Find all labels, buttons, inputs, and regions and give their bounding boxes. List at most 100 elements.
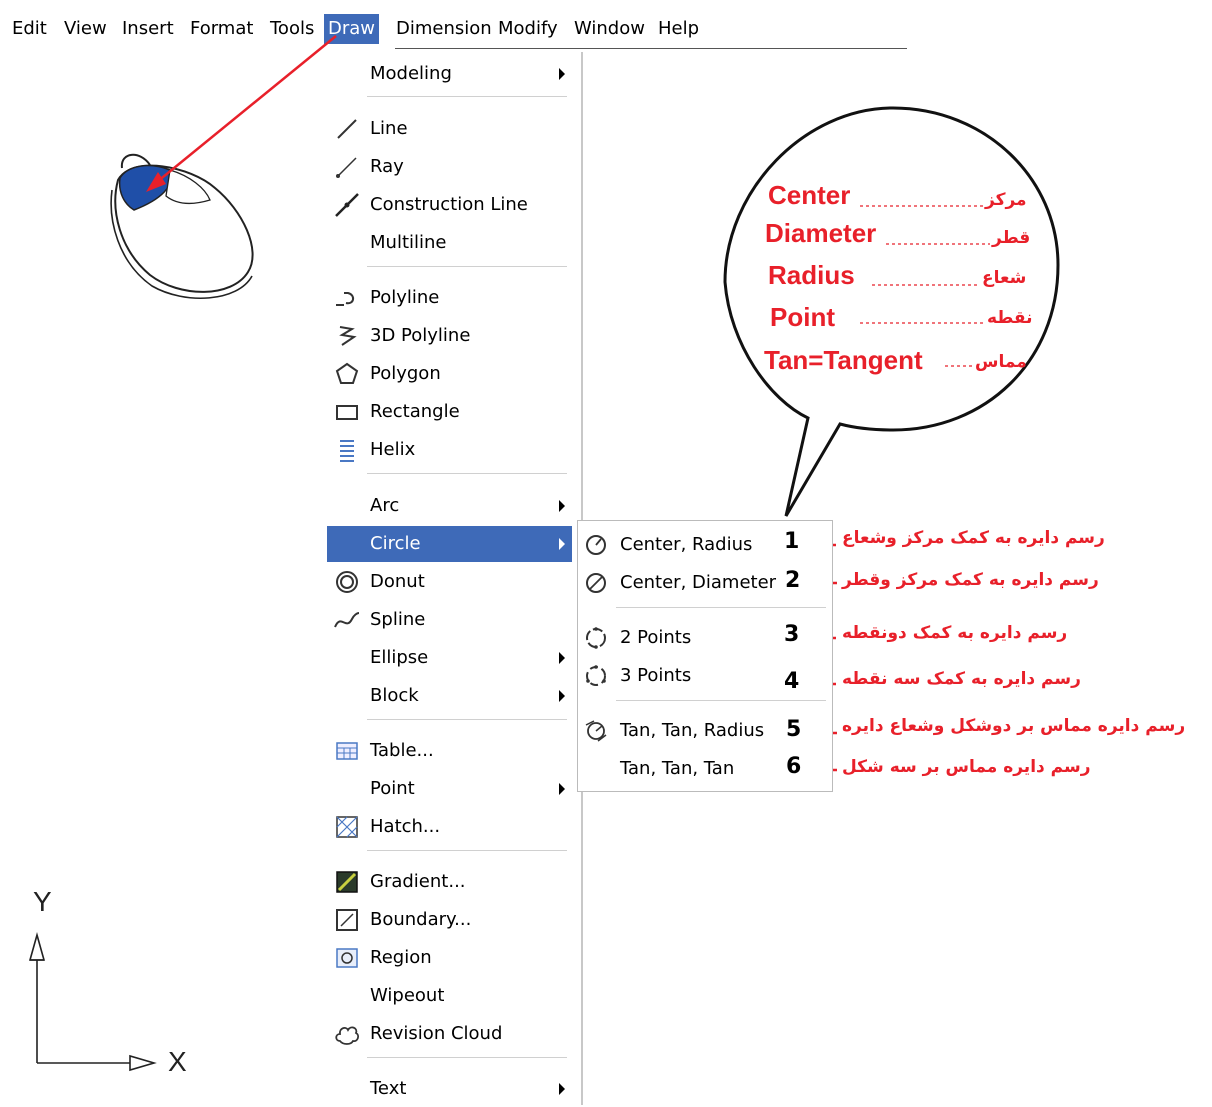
- menu-item-text[interactable]: Text: [327, 1071, 572, 1107]
- annotation-note: رسم دایره به کمک مرکز وشعاع: [842, 528, 1105, 548]
- menu-item-label: Polygon: [370, 363, 441, 384]
- bubble-fa-radius: شعاع: [982, 268, 1027, 288]
- annotation-note: رسم دایره به کمک مرکز وقطر: [842, 570, 1099, 590]
- submenu-item-label: 3 Points: [620, 665, 692, 686]
- menu-item-ellipse[interactable]: Ellipse: [327, 640, 572, 676]
- bubble-fa-center: مرکز: [985, 190, 1027, 210]
- gradient-icon: [336, 871, 358, 893]
- menu-item-label: Region: [370, 947, 432, 968]
- menu-item-rectangle[interactable]: Rectangle: [327, 394, 572, 430]
- menu-item-construction-line[interactable]: Construction Line: [327, 187, 572, 223]
- table-icon: [336, 742, 358, 760]
- menu-item-ray[interactable]: Ray: [327, 149, 572, 185]
- submenu-item-label: 2 Points: [620, 627, 692, 648]
- menu-item-label: Circle: [370, 533, 421, 554]
- menu-separator: [616, 700, 826, 701]
- menu-item-point[interactable]: Point: [327, 771, 572, 807]
- submenu-arrow-icon: [559, 68, 565, 80]
- menu-item-label: Gradient...: [370, 871, 466, 892]
- menu-item-donut[interactable]: Donut: [327, 564, 572, 600]
- menu-separator: [367, 96, 567, 97]
- menu-separator: [616, 607, 826, 608]
- menu-item-region[interactable]: Region: [327, 940, 572, 976]
- menu-item-line[interactable]: Line: [327, 111, 572, 147]
- circle-2-points-icon: [586, 627, 606, 649]
- draw-menu: Modeling Line Ray Construction Line Mult…: [327, 52, 583, 1105]
- ucs-y-label: Y: [33, 886, 52, 917]
- menu-separator: [367, 473, 567, 474]
- menu-item-boundary[interactable]: Boundary...: [327, 902, 572, 938]
- menu-item-label: 3D Polyline: [370, 325, 471, 346]
- menu-item-table[interactable]: Table...: [327, 733, 572, 769]
- menu-item-label: Multiline: [370, 232, 447, 253]
- submenu-arrow-icon: [559, 690, 565, 702]
- menu-item-label: Text: [370, 1078, 407, 1099]
- hatch-icon: [336, 816, 358, 838]
- 3d-polyline-icon: [339, 326, 357, 346]
- menu-item-label: Point: [370, 778, 415, 799]
- ucs-x-label: X: [168, 1046, 187, 1077]
- menu-separator: [367, 719, 567, 720]
- menu-item-label: Block: [370, 685, 419, 706]
- menu-item-gradient[interactable]: Gradient...: [327, 864, 572, 900]
- bubble-en-radius: Radius: [768, 260, 855, 290]
- mouse-icon: [110, 153, 254, 299]
- annotation-number: 2: [785, 568, 801, 593]
- annotation-note: رسم دایره به کمک دونقطه: [842, 623, 1068, 643]
- ucs-icon: [28, 932, 157, 1072]
- menu-item-polygon[interactable]: Polygon: [327, 356, 572, 392]
- menu-item-helix[interactable]: Helix: [327, 432, 572, 468]
- annotation-number: 1: [784, 529, 800, 554]
- bubble-fa-diameter: قطر: [992, 228, 1031, 248]
- menu-item-multiline[interactable]: Multiline: [327, 225, 572, 261]
- menu-item-label: Modeling: [370, 63, 452, 84]
- circle-center-diameter-icon: [586, 573, 606, 593]
- menu-item-3d-polyline[interactable]: 3D Polyline: [327, 318, 572, 354]
- polygon-icon: [335, 362, 359, 384]
- annotation-number: 5: [786, 717, 802, 742]
- line-icon: [337, 119, 357, 139]
- donut-icon: [336, 571, 358, 593]
- revision-cloud-icon: [335, 1026, 360, 1045]
- menu-item-label: Ray: [370, 156, 404, 177]
- boundary-icon: [336, 909, 358, 931]
- bubble-en-point: Point: [770, 302, 835, 332]
- construction-line-icon: [335, 193, 359, 217]
- polyline-icon: [336, 292, 354, 306]
- menu-item-label: Helix: [370, 439, 416, 460]
- bubble-fa-point: نقطه: [987, 308, 1033, 328]
- annotation-note: رسم دایره مماس بر سه شکل: [842, 757, 1091, 777]
- menu-item-circle[interactable]: Circle: [327, 526, 572, 562]
- submenu-item-label: Tan, Tan, Tan: [620, 758, 735, 779]
- annotation-note: رسم دایره به کمک سه نقطه: [842, 669, 1081, 689]
- menu-item-wipeout[interactable]: Wipeout: [327, 978, 572, 1014]
- menu-item-label: Spline: [370, 609, 426, 630]
- region-icon: [336, 948, 358, 968]
- submenu-arrow-icon: [559, 538, 565, 550]
- submenu-item-label: Center, Diameter: [620, 572, 777, 593]
- annotation-number: 3: [784, 622, 800, 647]
- menu-item-hatch[interactable]: Hatch...: [327, 809, 572, 845]
- menu-item-label: Donut: [370, 571, 425, 592]
- circle-center-radius-icon: [586, 535, 606, 555]
- bubble-fa-tangent: مماس: [975, 352, 1027, 372]
- bubble-en-tangent: Tan=Tangent: [764, 345, 923, 375]
- menu-item-polyline[interactable]: Polyline: [327, 280, 572, 316]
- menu-item-label: Table...: [370, 740, 434, 761]
- menu-item-modeling[interactable]: Modeling: [327, 56, 572, 92]
- menu-item-revision-cloud[interactable]: Revision Cloud: [327, 1016, 572, 1052]
- menu-item-label: Wipeout: [370, 985, 445, 1006]
- menu-separator: [367, 850, 567, 851]
- menu-item-spline[interactable]: Spline: [327, 602, 572, 638]
- submenu-arrow-icon: [559, 500, 565, 512]
- annotation-note: رسم دایره مماس بر دوشکل وشعاع دایره: [842, 716, 1186, 736]
- menu-item-label: Hatch...: [370, 816, 441, 837]
- menu-item-label: Line: [370, 118, 408, 139]
- menu-item-arc[interactable]: Arc: [327, 488, 572, 524]
- menu-item-block[interactable]: Block: [327, 678, 572, 714]
- submenu-arrow-icon: [559, 652, 565, 664]
- annotation-number: 6: [786, 754, 802, 779]
- menu-item-label: Ellipse: [370, 647, 429, 668]
- circle-3-points-icon: [586, 665, 606, 686]
- menu-separator: [367, 266, 567, 267]
